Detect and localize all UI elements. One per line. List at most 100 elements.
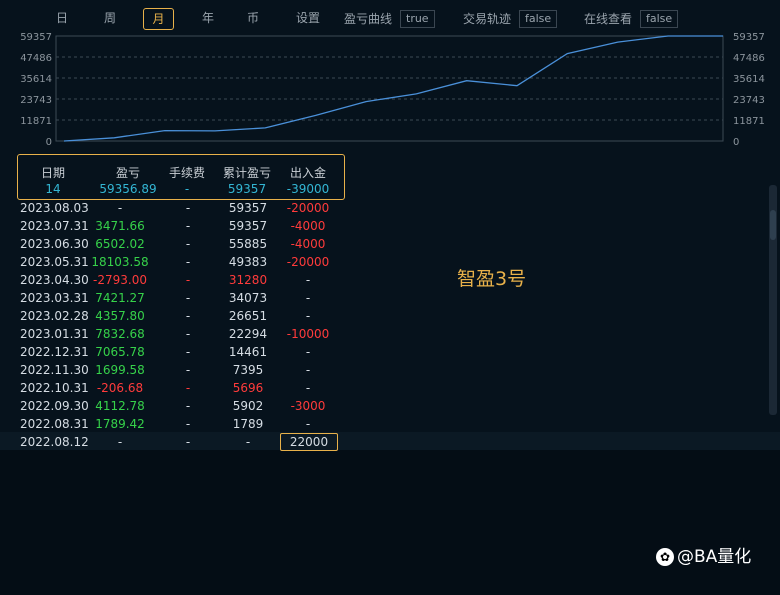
row-date: 2023.08.03 [20,201,89,215]
summary-cash-flow: -39000 [286,182,330,196]
table-row[interactable]: 2023.06.30 6502.02 - 55885 -4000 [18,235,348,253]
row-pnl: 3471.66 [95,219,145,233]
profit-chart: 0 0 11871 11871 23743 23743 35614 35614 47486 474… [20,32,765,148]
row-cash-flow: - [305,417,311,431]
profit-curve-label: 盈亏曲线 [344,12,393,26]
y-tick-label-right: 11871 [733,116,765,127]
row-date: 2022.12.31 [20,345,89,359]
row-date: 2022.08.31 [20,417,89,431]
row-date: 2023.05.31 [20,255,89,269]
row-date: 2023.02.28 [20,309,89,323]
watermark-text: @BA量化 [677,547,752,567]
tab-coin[interactable]: 币 [243,8,263,28]
row-pnl: 7065.78 [95,345,145,359]
row-cash-flow: 22000 [280,433,338,451]
online-view-label: 在线查看 [584,12,633,26]
header-fee: 手续费 [168,166,205,180]
tab-settings[interactable]: 设置 [293,8,323,28]
row-date: 2022.09.30 [20,399,89,413]
scrollbar-thumb[interactable] [770,210,776,240]
row-cum-pnl: 31280 [228,273,268,287]
y-tick-label-left: 0 [46,137,52,148]
table-row[interactable]: 2022.10.31 -206.68 - 5696 - [18,379,348,397]
row-fee: - [185,363,191,377]
tab-year[interactable]: 年 [198,8,218,28]
tab-day[interactable]: 日 [52,8,72,28]
table-row[interactable]: 2022.11.30 1699.58 - 7395 - [18,361,348,379]
row-cum-pnl: 59357 [228,201,268,215]
row-date: 2023.06.30 [20,237,89,251]
header-cum-pnl: 累计盈亏 [222,166,271,180]
y-tick-label-left: 23743 [20,95,52,106]
row-fee: - [185,273,191,287]
y-tick-label-left: 59357 [20,32,52,43]
summary-box: 日期 盈亏 手续费 累计盈亏 出入金 14 59356.89 - 59357 -… [17,154,345,200]
table-row[interactable]: 2022.08.31 1789.42 - 1789 - [18,415,348,433]
profit-curve-toggle[interactable]: true [400,10,435,28]
row-cum-pnl: 55885 [228,237,268,251]
row-cash-flow: -10000 [286,327,330,341]
table-row[interactable]: 2023.08.03 - - 59357 -20000 [18,199,348,217]
row-fee: - [185,381,191,395]
row-date: 2022.10.31 [20,381,89,395]
header-pnl: 盈亏 [115,166,140,180]
row-cash-flow: - [305,381,311,395]
row-date: 2023.01.31 [20,327,89,341]
row-fee: - [185,219,191,233]
row-cash-flow: - [305,363,311,377]
row-date: 2023.03.31 [20,291,89,305]
row-cash-flow: - [305,345,311,359]
trade-path-toggle[interactable]: false [519,10,558,28]
table-row[interactable]: 2023.01.31 7832.68 - 22294 -10000 [18,325,348,343]
row-pnl: 18103.58 [91,255,149,269]
row-cum-pnl: 14461 [228,345,268,359]
row-pnl: 7421.27 [95,291,145,305]
row-fee: - [185,345,191,359]
row-cash-flow: - [305,273,311,287]
trade-path-label: 交易轨迹 [463,12,512,26]
header-date: 日期 [40,166,65,180]
row-fee: - [185,435,191,449]
row-pnl: 6502.02 [95,237,145,251]
row-pnl: 7832.68 [95,327,145,341]
row-cum-pnl: 5696 [232,381,264,395]
row-cash-flow: -20000 [286,201,330,215]
header-cash-flow: 出入金 [289,166,326,180]
row-cum-pnl: - [245,435,251,449]
y-tick-label-right: 59357 [733,32,765,43]
table-row[interactable]: 2023.03.31 7421.27 - 34073 - [18,289,348,307]
row-pnl: -206.68 [96,381,144,395]
table-row[interactable]: 2022.12.31 7065.78 - 14461 - [18,343,348,361]
y-tick-label-left: 11871 [20,116,52,127]
row-cum-pnl: 59357 [228,219,268,233]
table-row[interactable]: 2023.05.31 18103.58 - 49383 -20000 [18,253,348,271]
y-tick-label-right: 23743 [733,95,765,106]
equity-line [63,35,723,142]
table-row[interactable]: 2023.07.31 3471.66 - 59357 -4000 [18,217,348,235]
table-row[interactable]: 2022.08.12 - - - 22000 [18,433,348,451]
table-row[interactable]: 2023.02.28 4357.80 - 26651 - [18,307,348,325]
summary-pnl: 59356.89 [99,182,157,196]
row-cash-flow: - [305,291,311,305]
row-cash-flow: - [305,309,311,323]
row-pnl: 4357.80 [95,309,145,323]
row-pnl: 4112.78 [95,399,145,413]
tab-month[interactable]: 月 [143,8,174,30]
row-date: 2023.07.31 [20,219,89,233]
footer-area [0,450,780,595]
online-view-toggle[interactable]: false [640,10,679,28]
row-fee: - [185,255,191,269]
row-fee: - [185,237,191,251]
table-row[interactable]: 2023.04.30 -2793.00 - 31280 - [18,271,348,289]
product-name: 智盈3号 [457,268,527,290]
table-row[interactable]: 2022.09.30 4112.78 - 5902 -3000 [18,397,348,415]
row-pnl: -2793.00 [93,273,147,287]
row-pnl: 1789.42 [95,417,145,431]
row-pnl: 1699.58 [95,363,145,377]
row-fee: - [185,201,191,215]
row-cash-flow: -4000 [290,219,326,233]
tab-week[interactable]: 周 [100,8,120,28]
y-tick-label-right: 47486 [733,53,765,64]
row-pnl: - [117,435,123,449]
summary-cum-pnl: 59357 [227,182,267,196]
